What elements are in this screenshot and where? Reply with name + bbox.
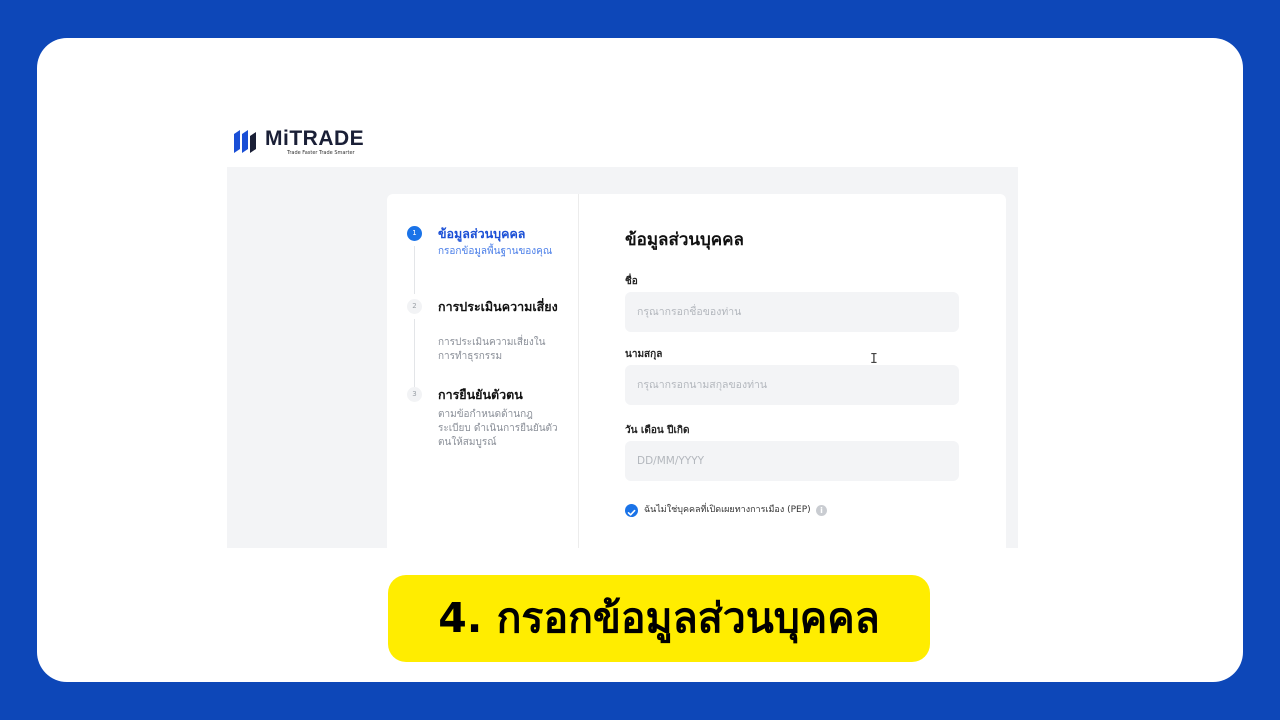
first-name-input[interactable] — [625, 292, 959, 332]
checkmark-icon — [627, 509, 636, 516]
stepper: 1 ข้อมูลส่วนบุคคล กรอกข้อมูลพื้นฐานของคุ… — [387, 194, 579, 548]
brand-logo[interactable]: MiTRADE Trade Faster Trade Smarter — [231, 126, 381, 160]
step-connector — [414, 319, 415, 387]
text-cursor-icon: I — [870, 352, 878, 367]
pep-checkbox-label: ฉันไม่ใช่บุคคลที่เปิดเผยทางการเมือง (PEP… — [644, 505, 811, 515]
birth-date-input[interactable] — [625, 441, 959, 481]
app-header: MiTRADE Trade Faster Trade Smarter — [227, 118, 1018, 167]
app-screenshot: MiTRADE Trade Faster Trade Smarter 1 ข้อ… — [227, 118, 1018, 548]
step-title: ข้อมูลส่วนบุคคล — [438, 226, 526, 241]
pep-checkbox[interactable] — [625, 504, 638, 517]
brand-name: MiTRADE — [265, 127, 365, 150]
form-title: ข้อมูลส่วนบุคคล — [625, 230, 744, 250]
step-title: การยืนยันตัวตน — [438, 387, 523, 402]
last-name-input[interactable] — [625, 365, 959, 405]
step-description: ตามข้อกำหนดด้านกฎระเบียบ ดำเนินการยืนยัน… — [438, 409, 558, 448]
brand-tagline: Trade Faster Trade Smarter — [287, 150, 355, 156]
registration-panel: 1 ข้อมูลส่วนบุคคล กรอกข้อมูลพื้นฐานของคุ… — [387, 194, 1006, 548]
step-connector — [414, 246, 415, 294]
step-number: 3 — [407, 387, 422, 402]
step-description: กรอกข้อมูลพื้นฐานของคุณ — [438, 246, 553, 257]
step-title: การประเมินความเสี่ยง — [438, 299, 558, 314]
step-number: 1 — [407, 226, 422, 241]
step-number: 2 — [407, 299, 422, 314]
mitrade-logo-icon — [234, 130, 256, 153]
info-icon[interactable]: i — [816, 505, 827, 516]
first-name-label: ชื่อ — [625, 276, 638, 287]
step-description: การประเมินความเสี่ยงในการทำธุรกรรม — [438, 337, 546, 362]
last-name-label: นามสกุล — [625, 349, 663, 360]
birth-date-label: วัน เดือน ปีเกิด — [625, 425, 690, 436]
step-caption: 4. กรอกข้อมูลส่วนบุคคล — [388, 575, 930, 662]
